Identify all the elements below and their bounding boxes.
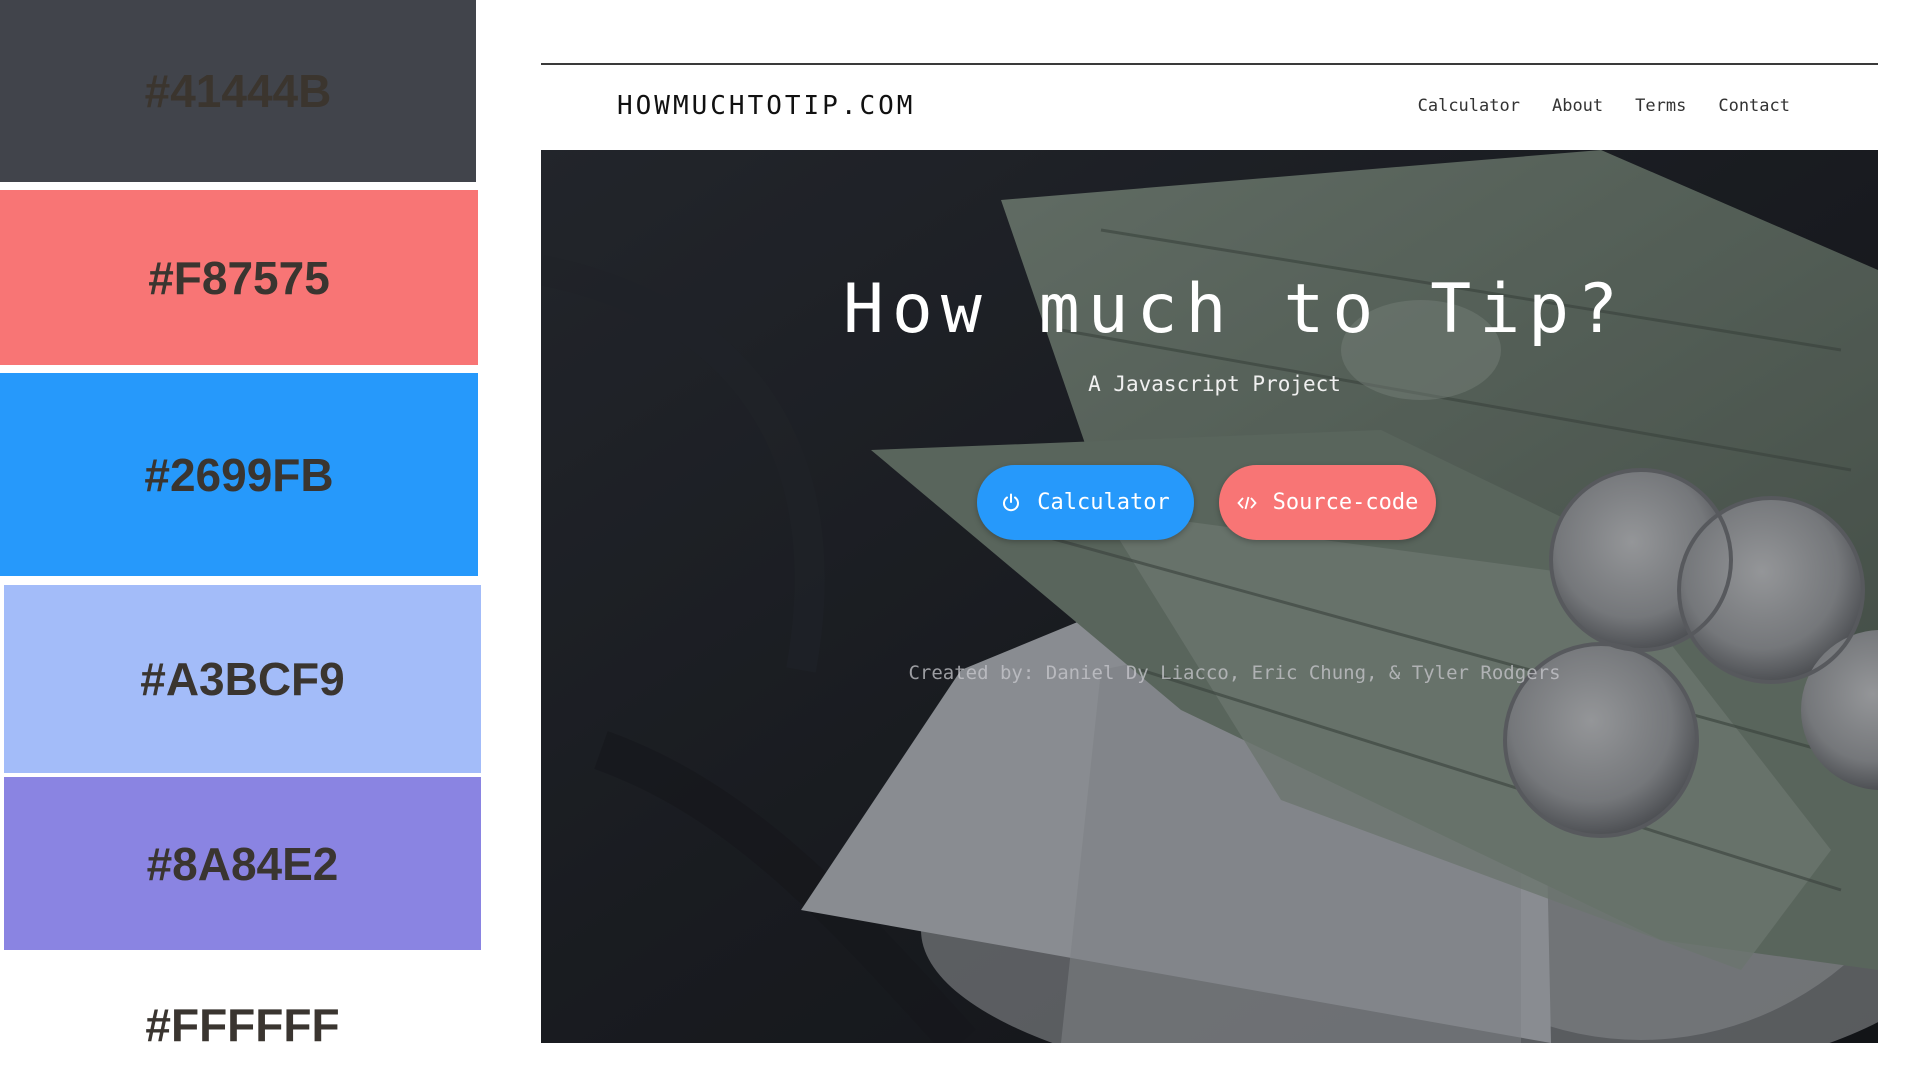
- swatch-ffffff: #FFFFFF: [4, 960, 481, 1090]
- swatch-label: #F87575: [148, 251, 330, 304]
- swatch-label: #2699FB: [144, 448, 334, 501]
- hero-subtitle: A Javascript Project: [1088, 372, 1341, 396]
- nav-item-about[interactable]: About: [1552, 96, 1603, 116]
- swatch-label: #A3BCF9: [140, 653, 345, 705]
- swatch-a3bcf9: #A3BCF9: [4, 585, 481, 773]
- swatch-f87575: #F87575: [0, 190, 478, 365]
- code-icon: [1236, 493, 1257, 513]
- site-brand[interactable]: HOWMUCHTOTIP.COM: [617, 91, 915, 121]
- calculator-button-label: Calculator: [1037, 490, 1170, 515]
- nav-item-calculator[interactable]: Calculator: [1418, 96, 1520, 116]
- swatch-8a84e2: #8A84E2: [4, 777, 481, 950]
- power-icon: [1001, 493, 1021, 513]
- nav-item-contact[interactable]: Contact: [1718, 96, 1790, 116]
- swatch-label: #41444B: [144, 65, 332, 117]
- source-code-button[interactable]: Source-code: [1219, 465, 1436, 540]
- hero-title: How much to Tip?: [842, 270, 1627, 349]
- calculator-button[interactable]: Calculator: [977, 465, 1194, 540]
- main-nav: Calculator About Terms Contact: [1418, 96, 1790, 116]
- swatch-label: #8A84E2: [146, 837, 339, 890]
- credits-text: Created by: Daniel Dy Liacco, Eric Chung…: [908, 662, 1561, 684]
- hero-section: How much to Tip? A Javascript Project Ca…: [541, 150, 1878, 1043]
- site-header: HOWMUCHTOTIP.COM Calculator About Terms …: [541, 65, 1878, 150]
- swatch-2699fb: #2699FB: [0, 373, 478, 576]
- swatch-41444b: #41444B: [0, 0, 476, 182]
- source-code-button-label: Source-code: [1272, 490, 1419, 515]
- swatch-label: #FFFFFF: [145, 999, 340, 1051]
- nav-item-terms[interactable]: Terms: [1635, 96, 1686, 116]
